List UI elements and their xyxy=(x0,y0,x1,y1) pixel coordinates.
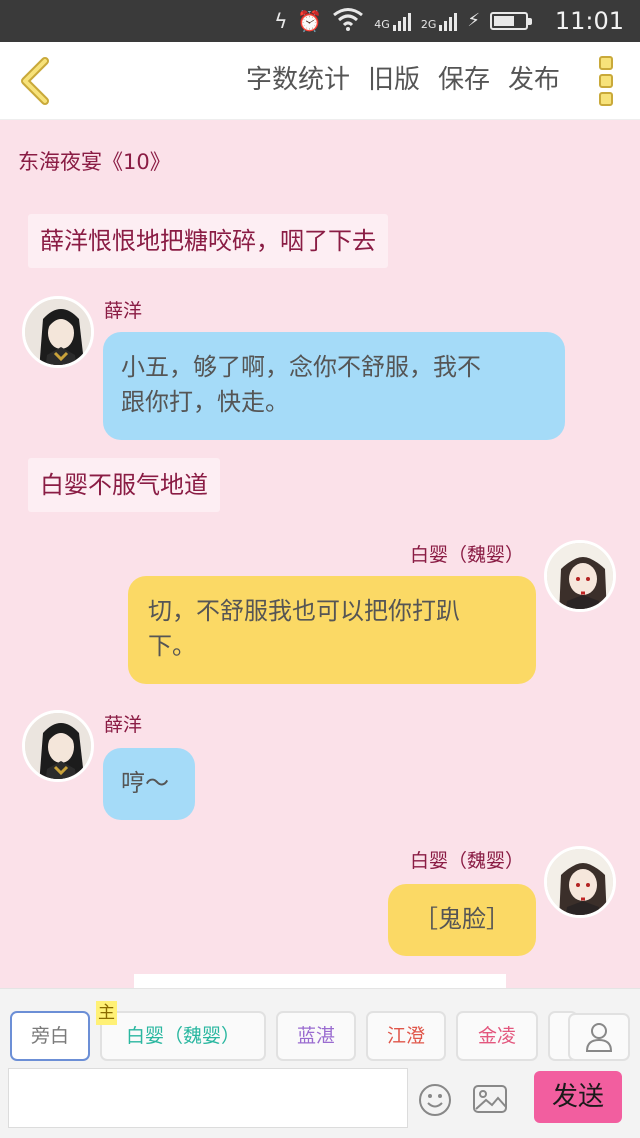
message-line: 切，不舒服我也可以把你打趴 xyxy=(148,597,460,625)
message-line: 下。 xyxy=(148,632,196,660)
back-button[interactable] xyxy=(10,54,60,108)
message-line: ［鬼脸］ xyxy=(414,905,510,933)
sender-name: 白婴（魏婴） xyxy=(409,850,524,872)
status-time: 11:01 xyxy=(554,7,624,35)
message-bubble-right[interactable]: 切，不舒服我也可以把你打趴 下。 xyxy=(128,576,536,684)
message-line: 小五，够了啊，念你不舒服，我不 xyxy=(121,353,481,381)
network-4g-label: 4G xyxy=(374,18,390,31)
chapter-title: 东海夜宴《10》 xyxy=(18,150,171,174)
character-avatar-icon xyxy=(547,543,613,609)
sender-name: 薛洋 xyxy=(104,300,143,322)
character-chip-jiangcheng[interactable]: 江澄 xyxy=(366,1011,446,1061)
chat-area[interactable]: 东海夜宴《10》 薛洋恨恨地把糖咬碎，咽了下去 薛洋 小五，够了啊，念你不舒服，… xyxy=(0,120,640,988)
chip-label: 旁白 xyxy=(30,1025,69,1047)
network-2g-label: 2G xyxy=(420,18,437,31)
top-toolbar: 字数统计 旧版 保存 发布 xyxy=(0,42,640,120)
smiley-icon xyxy=(419,1084,451,1116)
emoji-button[interactable] xyxy=(418,1083,452,1117)
battery-icon xyxy=(490,12,532,30)
manage-characters-button[interactable] xyxy=(568,1013,630,1061)
message-line: 哼～ xyxy=(121,769,169,797)
chip-label: 蓝湛 xyxy=(296,1025,335,1047)
publish-button[interactable]: 发布 xyxy=(508,60,560,100)
status-bar: ϟ ⏰ 4G 2G ⚡ 11:01 xyxy=(0,0,640,42)
loading-strip xyxy=(134,974,506,988)
old-version-button[interactable]: 旧版 xyxy=(368,60,420,100)
person-icon xyxy=(585,1023,613,1052)
more-menu-icon[interactable] xyxy=(594,56,618,106)
composer-panel: 旁白 主 白婴（魏婴） 蓝湛 江澄 金凌 发送 xyxy=(0,988,640,1138)
chip-label: 金凌 xyxy=(477,1025,516,1047)
message-bubble-left[interactable]: 哼～ xyxy=(103,748,195,820)
image-button[interactable] xyxy=(472,1083,508,1115)
avatar[interactable] xyxy=(22,710,94,782)
alarm-icon: ⏰ xyxy=(297,9,323,33)
chip-label: 白婴（魏婴） xyxy=(125,1025,240,1047)
character-selector: 旁白 主 白婴（魏婴） 蓝湛 江澄 金凌 xyxy=(0,1001,640,1063)
charging-icon: ⚡ xyxy=(467,10,480,31)
word-count-button[interactable]: 字数统计 xyxy=(246,60,350,100)
message-bubble-right[interactable]: ［鬼脸］ xyxy=(388,884,536,956)
chip-label: 江澄 xyxy=(386,1025,425,1047)
character-avatar-icon xyxy=(25,713,91,779)
character-chip-baiying[interactable]: 主 白婴（魏婴） xyxy=(96,1001,266,1061)
main-character-badge: 主 xyxy=(96,1001,117,1025)
message-bubble-left[interactable]: 小五，够了啊，念你不舒服，我不 跟你打，快走。 xyxy=(103,332,565,440)
message-input[interactable] xyxy=(8,1068,408,1128)
send-button[interactable]: 发送 xyxy=(534,1071,622,1123)
avatar[interactable] xyxy=(544,540,616,612)
data-transfer-icon: ϟ xyxy=(274,9,288,33)
save-button[interactable]: 保存 xyxy=(438,60,490,100)
image-icon xyxy=(473,1085,507,1113)
character-chip-jinling[interactable]: 金凌 xyxy=(456,1011,538,1061)
avatar[interactable] xyxy=(544,846,616,918)
sender-name: 白婴（魏婴） xyxy=(409,544,524,566)
character-avatar-icon xyxy=(25,299,91,365)
wifi-icon xyxy=(332,7,364,35)
signal-4g-icon: 4G xyxy=(374,11,411,31)
character-chip-lanzhan[interactable]: 蓝湛 xyxy=(276,1011,356,1061)
character-chip-narrator[interactable]: 旁白 xyxy=(10,1011,90,1061)
avatar[interactable] xyxy=(22,296,94,368)
message-line: 跟你打，快走。 xyxy=(121,388,289,416)
toolbar-actions: 字数统计 旧版 保存 发布 xyxy=(246,60,560,100)
narration-message[interactable]: 白婴不服气地道 xyxy=(28,458,220,512)
sender-name: 薛洋 xyxy=(104,714,143,736)
status-icons: ϟ ⏰ 4G 2G ⚡ xyxy=(274,6,532,36)
chevron-left-icon xyxy=(21,57,49,105)
signal-2g-icon: 2G xyxy=(421,11,458,31)
character-avatar-icon xyxy=(547,849,613,915)
narration-message[interactable]: 薛洋恨恨地把糖咬碎，咽了下去 xyxy=(28,214,388,268)
